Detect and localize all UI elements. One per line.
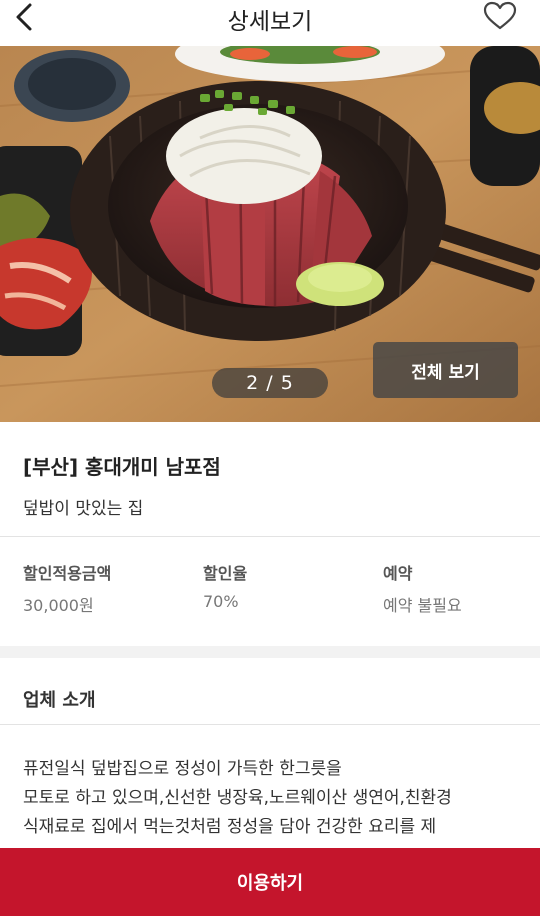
intro-title: 업체 소개 (23, 690, 96, 711)
info-reservation: 예약 예약 불필요 (383, 560, 462, 616)
info-label: 할인율 (203, 564, 248, 583)
gallery-pager: 2 / 5 (212, 368, 328, 398)
favorite-button[interactable] (482, 0, 518, 32)
section-separator (0, 646, 540, 658)
info-discount-rate: 할인율 70% (203, 560, 247, 611)
store-name: [부산] 홍대개미 남포점 (23, 455, 221, 479)
view-all-button[interactable]: 전체 보기 (373, 342, 518, 398)
info-value: 30,000원 (23, 596, 94, 615)
top-bar: 상세보기 (0, 0, 540, 36)
divider (0, 724, 540, 725)
page-title: 상세보기 (227, 9, 313, 35)
intro-line: 식재료로 집에서 먹는것처럼 정성을 담아 건강한 요리를 제 (23, 817, 437, 837)
info-value: 예약 불필요 (383, 596, 462, 615)
info-value: 70% (203, 592, 239, 611)
heart-outline-icon (483, 1, 517, 30)
use-button[interactable]: 이용하기 (0, 848, 540, 916)
intro-text: 퓨전일식 덮밥집으로 정성이 가득한 한그릇을 모토로 하고 있으며,신선한 냉… (23, 755, 523, 842)
divider (0, 536, 540, 537)
intro-line: 퓨전일식 덮밥집으로 정성이 가득한 한그릇을 (23, 759, 342, 779)
info-discount-amount: 할인적용금액 30,000원 (23, 560, 111, 616)
photo-gallery[interactable]: 2 / 5 전체 보기 (0, 46, 540, 422)
store-description: 덮밥이 맛있는 집 (23, 499, 144, 519)
info-label: 예약 (383, 564, 413, 583)
info-label: 할인적용금액 (23, 564, 112, 583)
intro-line: 모토로 하고 있으며,신선한 냉장육,노르웨이산 생연어,친환경 (23, 788, 452, 808)
